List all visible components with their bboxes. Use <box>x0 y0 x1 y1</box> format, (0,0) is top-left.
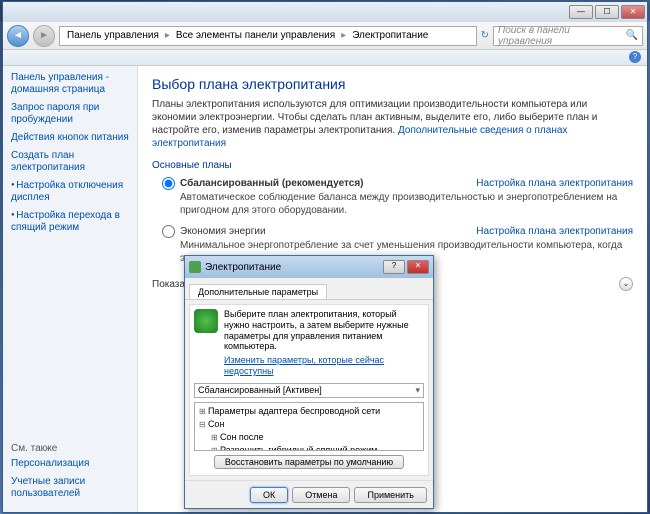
combo-value: Сбалансированный [Активен] <box>198 385 322 396</box>
cancel-button[interactable]: Отмена <box>292 487 350 503</box>
search-placeholder: Поиск в панели управления <box>498 25 626 47</box>
page-title: Выбор плана электропитания <box>152 76 633 92</box>
toolbar: ? <box>3 50 647 66</box>
help-icon[interactable]: ? <box>629 51 641 63</box>
dialog-info: Выберите план электропитания, который ну… <box>224 309 424 377</box>
minimize-button[interactable]: — <box>569 5 593 19</box>
tree-item[interactable]: Сон <box>197 418 421 431</box>
sidebar-item-create-plan[interactable]: Создать план электропитания <box>11 150 129 174</box>
ok-button[interactable]: ОК <box>250 487 288 503</box>
maximize-button[interactable]: ☐ <box>595 5 619 19</box>
see-also-accounts[interactable]: Учетные записи пользователей <box>11 476 129 500</box>
see-also-personalization[interactable]: Персонализация <box>11 458 129 470</box>
battery-icon <box>194 309 218 333</box>
sidebar: Панель управления - домашняя страница За… <box>3 66 138 512</box>
search-input[interactable]: Поиск в панели управления 🔍 <box>493 26 643 46</box>
dialog-tabs: Дополнительные параметры <box>185 278 433 300</box>
sidebar-home[interactable]: Панель управления - домашняя страница <box>11 72 129 96</box>
breadcrumb[interactable]: Панель управления ▸ Все элементы панели … <box>59 26 477 46</box>
power-options-dialog: Электропитание ? ✕ Дополнительные параме… <box>184 255 434 509</box>
sidebar-item-sleep[interactable]: Настройка перехода в спящий режим <box>11 210 129 234</box>
plan-settings-link[interactable]: Настройка плана электропитания <box>476 226 633 237</box>
change-unavailable-link[interactable]: Изменить параметры, которые сейчас недос… <box>224 355 424 377</box>
see-also-label: См. также <box>11 443 129 454</box>
nav-toolbar: ◄ ► Панель управления ▸ Все элементы пан… <box>3 22 647 50</box>
chevron-right-icon: ▸ <box>341 30 346 41</box>
chevron-down-icon[interactable]: ⌄ <box>619 277 633 291</box>
forward-button[interactable]: ► <box>33 25 55 47</box>
dialog-body: Выберите план электропитания, который ну… <box>189 304 429 476</box>
plan-settings-link[interactable]: Настройка плана электропитания <box>476 178 633 189</box>
dialog-close-button[interactable]: ✕ <box>407 260 429 274</box>
restore-defaults-button[interactable]: Восстановить параметры по умолчанию <box>214 455 404 469</box>
power-icon <box>189 261 201 273</box>
breadcrumb-leaf[interactable]: Электропитание <box>352 30 428 41</box>
tab-advanced[interactable]: Дополнительные параметры <box>189 284 327 299</box>
dialog-title: Электропитание <box>205 262 281 273</box>
breadcrumb-root[interactable]: Панель управления <box>67 30 159 41</box>
page-description: Планы электропитания используются для оп… <box>152 98 633 150</box>
plan-radio-powersaver[interactable] <box>162 225 175 238</box>
plan-name: Сбалансированный (рекомендуется) <box>180 178 476 189</box>
settings-tree[interactable]: Параметры адаптера беспроводной сетиСонС… <box>194 402 424 451</box>
apply-button[interactable]: Применить <box>354 487 427 503</box>
plan-combo[interactable]: Сбалансированный [Активен] <box>194 383 424 398</box>
close-button[interactable]: ✕ <box>621 5 645 19</box>
tree-item[interactable]: Параметры адаптера беспроводной сети <box>197 405 421 418</box>
tree-item[interactable]: Сон после <box>197 431 421 444</box>
plan-radio-balanced[interactable] <box>162 177 175 190</box>
plan-balanced: Сбалансированный (рекомендуется) Настрой… <box>162 177 633 217</box>
plan-name: Экономия энергии <box>180 226 476 237</box>
chevron-right-icon: ▸ <box>165 30 170 41</box>
dialog-footer: ОК Отмена Применить <box>185 480 433 508</box>
sidebar-item-display-off[interactable]: Настройка отключения дисплея <box>11 180 129 204</box>
dialog-titlebar[interactable]: Электропитание ? ✕ <box>185 256 433 278</box>
tree-item[interactable]: Разрешить гибридный спящий режим <box>197 444 421 451</box>
sidebar-item-password[interactable]: Запрос пароля при пробуждении <box>11 102 129 126</box>
sidebar-item-buttons[interactable]: Действия кнопок питания <box>11 132 129 144</box>
back-button[interactable]: ◄ <box>7 25 29 47</box>
dialog-help-button[interactable]: ? <box>383 260 405 274</box>
breadcrumb-mid[interactable]: Все элементы панели управления <box>176 30 335 41</box>
refresh-button[interactable]: ↻ <box>481 30 489 41</box>
section-title: Основные планы <box>152 160 633 171</box>
titlebar: — ☐ ✕ <box>3 2 647 22</box>
plan-desc: Автоматическое соблюдение баланса между … <box>180 192 633 217</box>
search-icon[interactable]: 🔍 <box>626 30 638 41</box>
